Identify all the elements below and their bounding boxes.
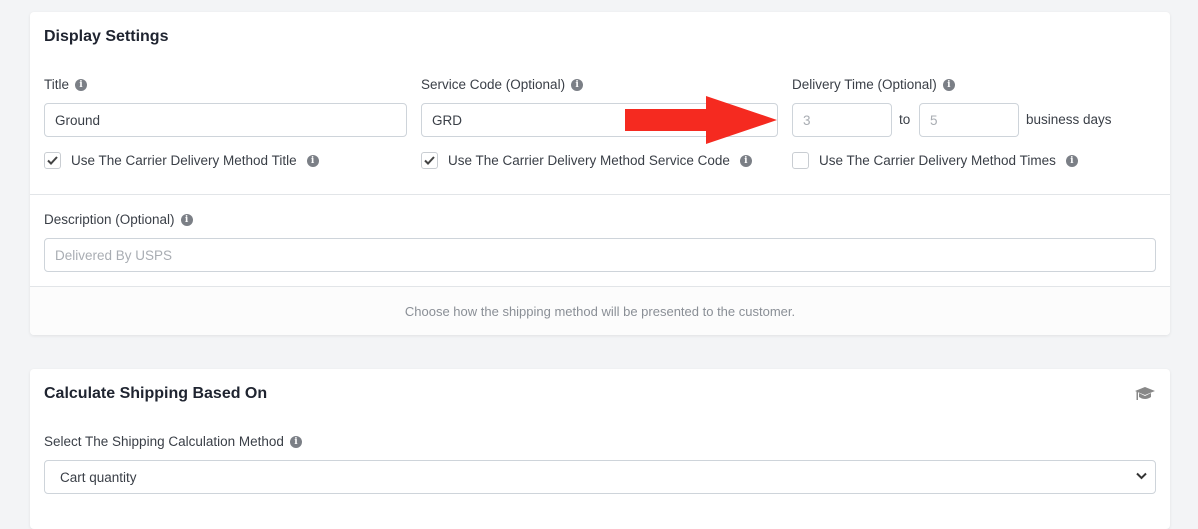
title-label-text: Title [44, 77, 70, 92]
info-icon[interactable]: i [180, 213, 193, 226]
info-icon[interactable]: i [942, 78, 955, 91]
shipping-method-selected: Cart quantity [60, 469, 137, 485]
shipping-method-select[interactable]: Cart quantity [44, 460, 1156, 494]
check-icon [47, 156, 58, 165]
use-carrier-service-code-checkbox-row[interactable]: Use The Carrier Delivery Method Service … [421, 152, 752, 169]
delivery-time-max-placeholder: 5 [930, 112, 938, 128]
use-carrier-times-checkbox-row[interactable]: Use The Carrier Delivery Method Times i [792, 152, 1078, 169]
delivery-time-min-input[interactable]: 3 [792, 103, 892, 137]
info-icon[interactable]: i [739, 154, 752, 167]
section-divider [30, 194, 1170, 195]
title-label: Title i [44, 77, 88, 92]
use-carrier-title-checkbox-row[interactable]: Use The Carrier Delivery Method Title i [44, 152, 319, 169]
use-carrier-times-checkbox[interactable] [792, 152, 809, 169]
chevron-down-icon [1136, 472, 1147, 480]
description-input[interactable]: Delivered By USPS [44, 238, 1156, 272]
service-code-label: Service Code (Optional) i [421, 77, 584, 92]
shipping-method-label: Select The Shipping Calculation Method i [44, 434, 302, 449]
use-carrier-service-code-checkbox[interactable] [421, 152, 438, 169]
info-icon[interactable]: i [1065, 154, 1078, 167]
description-label: Description (Optional) i [44, 212, 193, 227]
info-icon[interactable]: i [306, 154, 319, 167]
description-placeholder: Delivered By USPS [55, 247, 173, 263]
title-input-value: Ground [55, 112, 101, 128]
display-settings-title: Display Settings [44, 28, 169, 45]
display-settings-card: Display Settings Title i Ground Use The … [30, 12, 1170, 335]
check-icon [424, 156, 435, 165]
delivery-time-label: Delivery Time (Optional) i [792, 77, 955, 92]
use-carrier-title-checkbox[interactable] [44, 152, 61, 169]
use-carrier-title-label: Use The Carrier Delivery Method Title [71, 153, 297, 168]
delivery-time-label-text: Delivery Time (Optional) [792, 77, 937, 92]
info-icon[interactable]: i [289, 435, 302, 448]
use-carrier-times-label: Use The Carrier Delivery Method Times [819, 153, 1056, 168]
title-input[interactable]: Ground [44, 103, 407, 137]
description-label-text: Description (Optional) [44, 212, 175, 227]
delivery-time-to-label: to [899, 112, 911, 127]
calculate-shipping-card: Calculate Shipping Based On Select The S… [30, 369, 1170, 529]
display-settings-footer: Choose how the shipping method will be p… [30, 286, 1170, 335]
delivery-time-max-input[interactable]: 5 [919, 103, 1019, 137]
graduation-cap-icon[interactable] [1134, 386, 1156, 402]
service-code-label-text: Service Code (Optional) [421, 77, 566, 92]
info-icon[interactable]: i [75, 78, 88, 91]
business-days-label: business days [1026, 112, 1112, 127]
info-icon[interactable]: i [571, 78, 584, 91]
calculate-shipping-title: Calculate Shipping Based On [44, 385, 268, 402]
delivery-time-min-placeholder: 3 [803, 112, 811, 128]
service-code-input-value: GRD [432, 112, 462, 128]
red-arrow-annotation [625, 96, 777, 144]
footer-help-text: Choose how the shipping method will be p… [404, 303, 796, 319]
shipping-method-label-text: Select The Shipping Calculation Method [44, 434, 284, 449]
use-carrier-service-code-label: Use The Carrier Delivery Method Service … [448, 153, 730, 168]
